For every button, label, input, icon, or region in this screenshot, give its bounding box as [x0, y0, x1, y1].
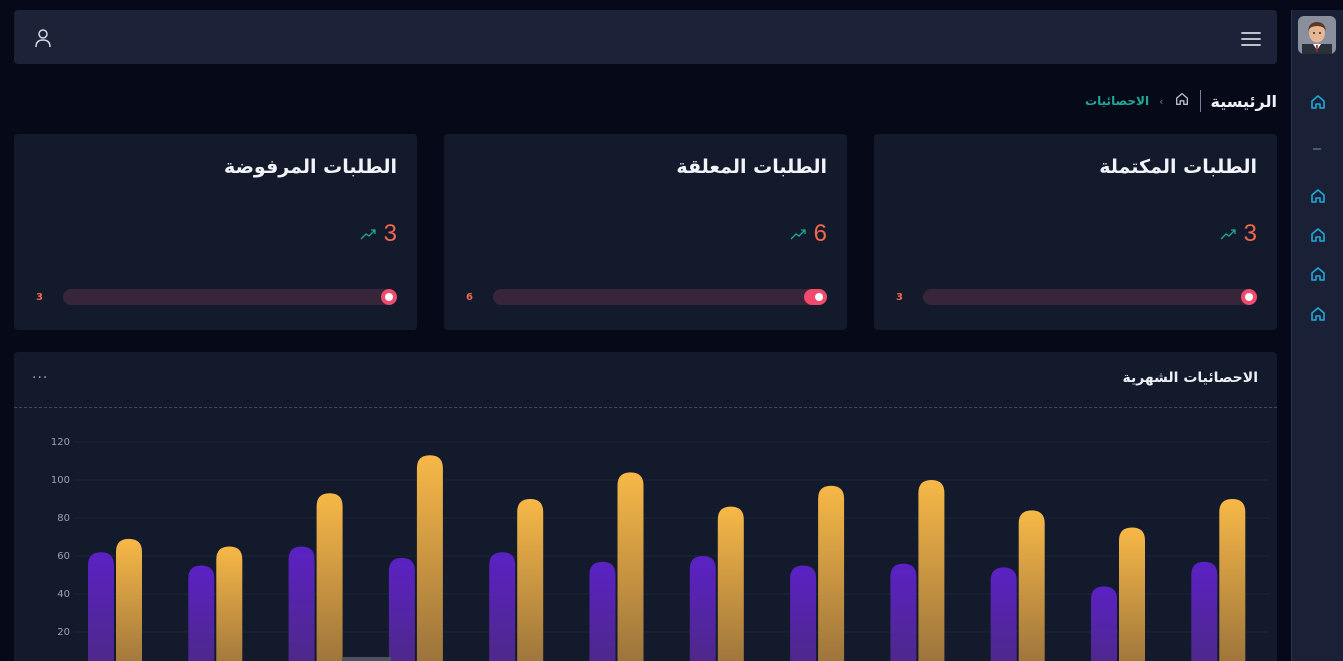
sidebar [1291, 10, 1343, 661]
sidebar-home-icon[interactable] [1308, 92, 1328, 112]
bar-series-1[interactable] [88, 552, 114, 661]
bar-series-1[interactable] [990, 567, 1017, 661]
user-icon[interactable] [34, 28, 52, 48]
progress-fill [1241, 289, 1257, 305]
bar-series-1[interactable] [188, 565, 215, 661]
avatar[interactable] [1298, 16, 1336, 54]
sidebar-item-home-icon[interactable] [1308, 225, 1328, 245]
monthly-bar-chart: 20 40 60 80 100 120 [51, 437, 1269, 661]
card-value: 3 [383, 220, 397, 247]
y-tick-label: 60 [57, 551, 70, 562]
stat-card-rejected: الطلبات المرفوضة 3 3 [14, 134, 417, 330]
chevron-left-icon: ‹ [1159, 94, 1164, 108]
y-tick-label: 80 [57, 513, 70, 524]
bar-series-1[interactable] [1091, 586, 1117, 661]
card-progress-value: 3 [896, 292, 903, 303]
y-tick-label: 40 [57, 589, 70, 600]
bar-series-2[interactable] [216, 546, 243, 661]
bar-series-2[interactable] [1018, 510, 1045, 661]
bar-series-1[interactable] [589, 561, 616, 661]
sidebar-item-home-icon[interactable] [1308, 264, 1328, 284]
y-tick-label: 20 [57, 627, 70, 638]
bar-series-1[interactable] [689, 556, 716, 661]
card-value: 6 [813, 220, 827, 247]
bar-series-1[interactable] [790, 565, 817, 661]
bar-series-1[interactable] [890, 563, 917, 661]
card-value-row: 6 [790, 220, 827, 248]
trend-up-icon [1220, 225, 1236, 244]
progress-fill [803, 289, 827, 305]
bar-series-1[interactable] [288, 546, 315, 661]
bar-series-2[interactable] [116, 538, 142, 661]
breadcrumb: الرئيسية ‹ الاحصائيات [1085, 88, 1277, 114]
card-title: الطلبات المكتملة [1099, 156, 1257, 178]
sidebar-item-home-icon[interactable] [1308, 304, 1328, 324]
monthly-stats-panel: الاحصائيات الشهرية ··· 20 40 60 80 100 120 [14, 352, 1277, 661]
y-tick-label: 100 [51, 475, 70, 486]
bar-series-2[interactable] [517, 499, 544, 661]
progress-track [923, 289, 1257, 305]
avatar-image [1298, 16, 1336, 54]
bar-series-2[interactable] [717, 506, 744, 661]
card-value: 3 [1243, 220, 1257, 247]
card-value-row: 3 [1220, 220, 1257, 248]
progress-track [63, 289, 397, 305]
card-value-row: 3 [360, 220, 397, 248]
top-bar [14, 10, 1277, 64]
stat-card-completed: الطلبات المكتملة 3 3 [874, 134, 1277, 330]
sidebar-divider [1313, 148, 1321, 150]
bar-series-2[interactable] [316, 493, 343, 661]
bar-series-1[interactable] [1191, 561, 1218, 661]
hamburger-menu-icon[interactable] [1241, 31, 1261, 47]
trend-up-icon [360, 225, 376, 244]
home-icon[interactable] [1174, 91, 1190, 111]
bar-series-2[interactable] [617, 472, 644, 661]
sidebar-item-home-icon[interactable] [1308, 186, 1328, 206]
card-progress-value: 3 [36, 292, 43, 303]
y-tick-label: 120 [51, 437, 70, 448]
stat-card-pending: الطلبات المعلقة 6 6 [444, 134, 847, 330]
page-title: الرئيسية [1210, 91, 1278, 111]
card-title: الطلبات المعلقة [676, 156, 827, 178]
trend-up-icon [790, 225, 806, 244]
bar-series-1[interactable] [489, 552, 516, 661]
progress-fill [381, 289, 397, 305]
bar-series-2[interactable] [1119, 527, 1145, 661]
bar-series-2[interactable] [918, 480, 945, 661]
bar-series-2[interactable] [818, 485, 845, 661]
bar-series-2[interactable] [416, 455, 443, 661]
bar-series-1[interactable] [388, 557, 415, 661]
card-progress-value: 6 [466, 292, 473, 303]
horizontal-scrollbar[interactable] [343, 657, 391, 661]
bar-series-2[interactable] [1219, 499, 1246, 661]
card-title: الطلبات المرفوضة [224, 156, 397, 178]
progress-track [493, 289, 827, 305]
breadcrumb-current[interactable]: الاحصائيات [1085, 94, 1149, 108]
breadcrumb-separator [1199, 90, 1201, 112]
